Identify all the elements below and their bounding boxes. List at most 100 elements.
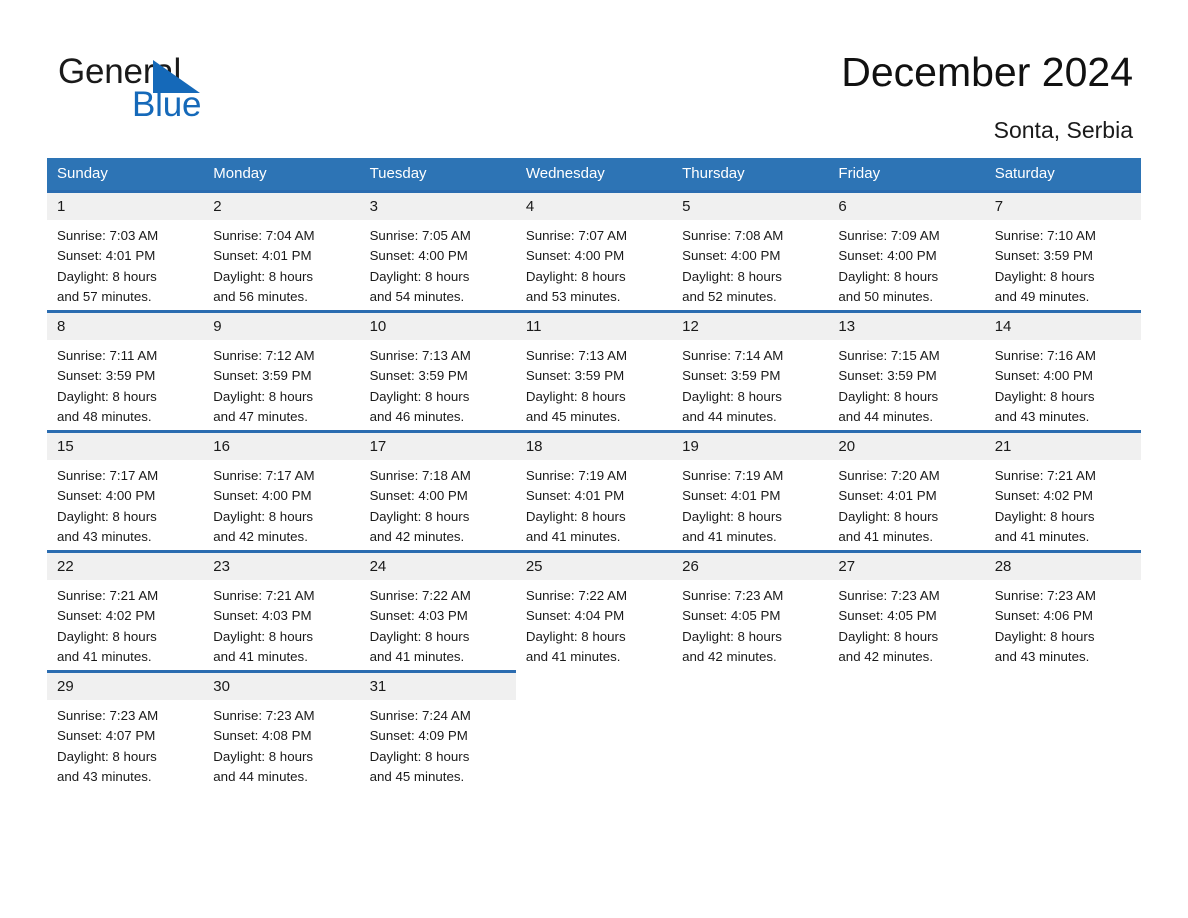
day-number: 4 (515, 193, 673, 220)
calendar-day-cell[interactable]: 8 Sunrise: 7:11 AM Sunset: 3:59 PM Daylig… (47, 310, 204, 432)
day-number: 16 (203, 433, 360, 460)
calendar-day-cell[interactable]: 3 Sunrise: 7:05 AM Sunset: 4:00 PM Daylig… (359, 190, 516, 312)
day-number: 9 (203, 313, 360, 340)
day-number: 12 (672, 313, 829, 340)
location-subtitle: Sonta, Serbia (993, 117, 1133, 143)
calendar-day-cell[interactable]: 30 Sunrise: 7:23 AM Sunset: 4:08 PM Dayli… (203, 670, 360, 790)
day-sun-info: Sunrise: 7:04 AM Sunset: 4:01 PM Dayligh… (213, 228, 315, 304)
calendar-day-cell[interactable]: 11 Sunrise: 7:13 AM Sunset: 3:59 PM Dayli… (515, 310, 673, 432)
weekday-header-sunday: Sunday (47, 158, 204, 192)
calendar-day-cell[interactable]: 18 Sunrise: 7:19 AM Sunset: 4:01 PM Dayli… (515, 430, 673, 552)
day-sun-info: Sunrise: 7:19 AM Sunset: 4:01 PM Dayligh… (682, 468, 784, 544)
calendar-week-row: 8 Sunrise: 7:11 AM Sunset: 3:59 PM Daylig… (47, 310, 1141, 432)
generalblue-logo[interactable]: General Blue (58, 54, 298, 128)
day-number: 31 (359, 673, 516, 700)
day-number: 8 (47, 313, 204, 340)
weekday-header-monday: Monday (203, 158, 360, 192)
day-number: 13 (828, 313, 985, 340)
calendar-day-cell-empty (515, 670, 673, 790)
day-number: 22 (47, 553, 204, 580)
calendar-day-cell[interactable]: 24 Sunrise: 7:22 AM Sunset: 4:03 PM Dayli… (359, 550, 516, 672)
day-number: 14 (984, 313, 1141, 340)
day-sun-info: Sunrise: 7:21 AM Sunset: 4:03 PM Dayligh… (213, 588, 315, 664)
page-title: December 2024 (841, 49, 1133, 95)
calendar-day-cell[interactable]: 6 Sunrise: 7:09 AM Sunset: 4:00 PM Daylig… (828, 190, 985, 312)
day-sun-info: Sunrise: 7:08 AM Sunset: 4:00 PM Dayligh… (682, 228, 784, 304)
day-sun-info: Sunrise: 7:22 AM Sunset: 4:04 PM Dayligh… (525, 588, 628, 664)
calendar-day-cell[interactable]: 5 Sunrise: 7:08 AM Sunset: 4:00 PM Daylig… (672, 190, 829, 312)
day-sun-info: Sunrise: 7:24 AM Sunset: 4:09 PM Dayligh… (369, 708, 471, 784)
day-number: 19 (672, 433, 829, 460)
day-number: 24 (359, 553, 516, 580)
calendar-day-cell[interactable]: 21 Sunrise: 7:21 AM Sunset: 4:02 PM Dayli… (984, 430, 1141, 552)
calendar-week-row: 22 Sunrise: 7:21 AM Sunset: 4:02 PM Dayli… (47, 550, 1141, 672)
day-number: 21 (984, 433, 1141, 460)
page-header: General Blue December 2024 Sonta, Serbia (0, 0, 1188, 150)
calendar-page: General Blue December 2024 Sonta, Serbia… (0, 0, 1188, 918)
weekday-header-tuesday: Tuesday (359, 158, 516, 192)
calendar-day-cell[interactable]: 15 Sunrise: 7:17 AM Sunset: 4:00 PM Dayli… (47, 430, 204, 552)
calendar-day-cell[interactable]: 9 Sunrise: 7:12 AM Sunset: 3:59 PM Daylig… (203, 310, 360, 432)
calendar-day-cell[interactable]: 12 Sunrise: 7:14 AM Sunset: 3:59 PM Dayli… (672, 310, 829, 432)
day-sun-info: Sunrise: 7:12 AM Sunset: 3:59 PM Dayligh… (213, 348, 315, 424)
day-sun-info: Sunrise: 7:09 AM Sunset: 4:00 PM Dayligh… (838, 228, 940, 304)
day-sun-info: Sunrise: 7:14 AM Sunset: 3:59 PM Dayligh… (682, 348, 784, 424)
day-sun-info: Sunrise: 7:23 AM Sunset: 4:05 PM Dayligh… (682, 588, 784, 664)
day-number: 20 (828, 433, 985, 460)
day-number: 10 (359, 313, 516, 340)
day-sun-info: Sunrise: 7:17 AM Sunset: 4:00 PM Dayligh… (57, 468, 159, 544)
calendar-day-cell[interactable]: 23 Sunrise: 7:21 AM Sunset: 4:03 PM Dayli… (203, 550, 360, 672)
calendar-day-cell[interactable]: 4 Sunrise: 7:07 AM Sunset: 4:00 PM Daylig… (515, 190, 673, 312)
calendar-day-cell[interactable]: 28 Sunrise: 7:23 AM Sunset: 4:06 PM Dayli… (984, 550, 1141, 672)
calendar-week-row: 15 Sunrise: 7:17 AM Sunset: 4:00 PM Dayli… (47, 430, 1141, 552)
weekday-header-saturday: Saturday (984, 158, 1141, 192)
calendar-day-cell[interactable]: 14 Sunrise: 7:16 AM Sunset: 4:00 PM Dayli… (984, 310, 1141, 432)
day-number: 7 (984, 193, 1141, 220)
day-sun-info: Sunrise: 7:19 AM Sunset: 4:01 PM Dayligh… (525, 468, 628, 544)
day-sun-info: Sunrise: 7:20 AM Sunset: 4:01 PM Dayligh… (838, 468, 940, 544)
calendar-day-cell-empty (672, 670, 829, 790)
day-sun-info: Sunrise: 7:13 AM Sunset: 3:59 PM Dayligh… (369, 348, 471, 424)
weekday-header-wednesday: Wednesday (515, 158, 673, 192)
calendar-day-cell[interactable]: 29 Sunrise: 7:23 AM Sunset: 4:07 PM Dayli… (47, 670, 204, 790)
calendar-day-cell[interactable]: 25 Sunrise: 7:22 AM Sunset: 4:04 PM Dayli… (515, 550, 673, 672)
calendar-day-cell[interactable]: 27 Sunrise: 7:23 AM Sunset: 4:05 PM Dayli… (828, 550, 985, 672)
day-number: 27 (828, 553, 985, 580)
day-number: 28 (984, 553, 1141, 580)
day-number: 3 (359, 193, 516, 220)
calendar-day-cell[interactable]: 22 Sunrise: 7:21 AM Sunset: 4:02 PM Dayli… (47, 550, 204, 672)
calendar-day-cell[interactable]: 10 Sunrise: 7:13 AM Sunset: 3:59 PM Dayli… (359, 310, 516, 432)
calendar-day-cell[interactable]: 2 Sunrise: 7:04 AM Sunset: 4:01 PM Daylig… (203, 190, 360, 312)
day-sun-info: Sunrise: 7:07 AM Sunset: 4:00 PM Dayligh… (525, 228, 628, 304)
day-sun-info: Sunrise: 7:05 AM Sunset: 4:00 PM Dayligh… (369, 228, 471, 304)
day-sun-info: Sunrise: 7:10 AM Sunset: 3:59 PM Dayligh… (994, 228, 1096, 304)
calendar-day-cell[interactable]: 1 Sunrise: 7:03 AM Sunset: 4:01 PM Daylig… (47, 190, 204, 312)
day-number: 26 (672, 553, 829, 580)
day-number: 23 (203, 553, 360, 580)
calendar-day-cell[interactable]: 17 Sunrise: 7:18 AM Sunset: 4:00 PM Dayli… (359, 430, 516, 552)
day-number: 11 (515, 313, 673, 340)
day-number: 29 (47, 673, 204, 700)
calendar-day-cell[interactable]: 19 Sunrise: 7:19 AM Sunset: 4:01 PM Dayli… (672, 430, 829, 552)
day-sun-info: Sunrise: 7:17 AM Sunset: 4:00 PM Dayligh… (213, 468, 315, 544)
calendar-day-cell[interactable]: 16 Sunrise: 7:17 AM Sunset: 4:00 PM Dayli… (203, 430, 360, 552)
day-number: 30 (203, 673, 360, 700)
calendar-week-row: 29 Sunrise: 7:23 AM Sunset: 4:07 PM Dayli… (47, 670, 1141, 790)
calendar-day-cell[interactable]: 31 Sunrise: 7:24 AM Sunset: 4:09 PM Dayli… (359, 670, 516, 790)
calendar-body: 1 Sunrise: 7:03 AM Sunset: 4:01 PM Daylig… (47, 190, 1141, 790)
day-number: 15 (47, 433, 204, 460)
day-number: 5 (672, 193, 829, 220)
day-sun-info: Sunrise: 7:21 AM Sunset: 4:02 PM Dayligh… (994, 468, 1096, 544)
day-sun-info: Sunrise: 7:23 AM Sunset: 4:06 PM Dayligh… (994, 588, 1096, 664)
calendar-day-cell[interactable]: 20 Sunrise: 7:20 AM Sunset: 4:01 PM Dayli… (828, 430, 985, 552)
day-sun-info: Sunrise: 7:16 AM Sunset: 4:00 PM Dayligh… (994, 348, 1096, 424)
day-sun-info: Sunrise: 7:21 AM Sunset: 4:02 PM Dayligh… (57, 588, 159, 664)
day-number: 17 (359, 433, 516, 460)
calendar-day-cell[interactable]: 13 Sunrise: 7:15 AM Sunset: 3:59 PM Dayli… (828, 310, 985, 432)
calendar-day-cell[interactable]: 26 Sunrise: 7:23 AM Sunset: 4:05 PM Dayli… (672, 550, 829, 672)
day-sun-info: Sunrise: 7:03 AM Sunset: 4:01 PM Dayligh… (57, 228, 159, 304)
weekday-header-thursday: Thursday (672, 158, 829, 192)
calendar-day-cell[interactable]: 7 Sunrise: 7:10 AM Sunset: 3:59 PM Daylig… (984, 190, 1141, 312)
day-number: 18 (515, 433, 673, 460)
weekday-header-row: Sunday Monday Tuesday Wednesday Thursday… (47, 158, 1141, 192)
